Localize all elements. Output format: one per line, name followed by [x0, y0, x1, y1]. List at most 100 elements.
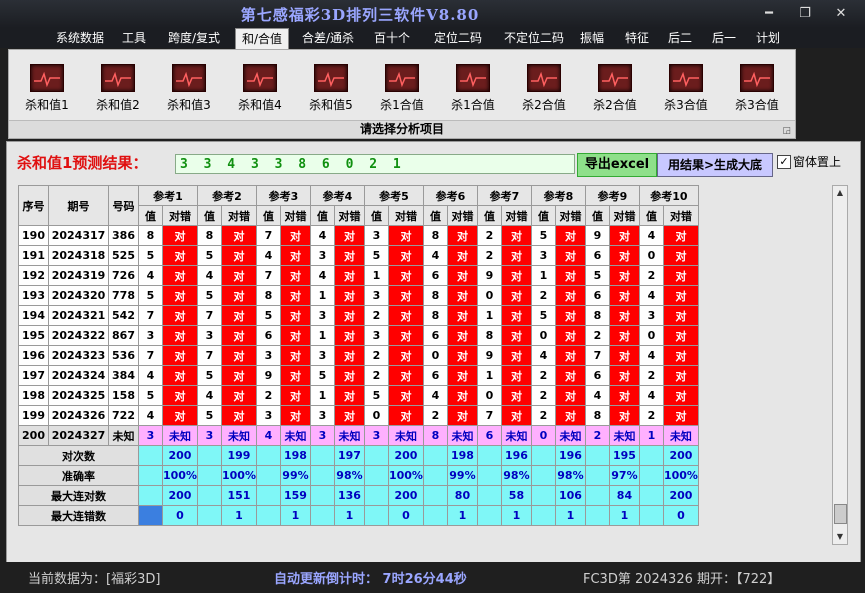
ribbon-tool-6[interactable]: 杀1合值	[441, 64, 505, 116]
chart-monitor-icon	[527, 64, 561, 92]
value-cell: 3	[363, 285, 389, 306]
group-header: 参考4	[309, 185, 365, 206]
menu-item-2[interactable]: 跨度/复式	[162, 28, 226, 48]
result-cell: 对	[333, 225, 365, 246]
table-row-pending[interactable]: 200 2024327 未知 3 未知 3 未知 4 未知 3 未知 3 未知 8 未知 6 未知 0 未知 2 未知 1…	[18, 425, 699, 446]
close-button[interactable]: ✕	[823, 2, 859, 24]
value-cell: 7	[584, 345, 610, 366]
chart-monitor-icon	[598, 64, 632, 92]
table-row[interactable]: 198 2024325 158 5 对 4 对 2 对 1 对 5 对 4 对 0 对 2 对 4 对 4 对	[18, 385, 699, 406]
result-cell: 对	[608, 305, 640, 326]
value-cell: 6	[422, 325, 448, 346]
result-cell: 对	[446, 225, 478, 246]
chart-monitor-icon	[740, 64, 774, 92]
scroll-thumb[interactable]	[834, 504, 847, 524]
ribbon-tool-1[interactable]: 杀和值2	[86, 64, 150, 116]
group-header: 参考7	[476, 185, 532, 206]
scroll-up-icon[interactable]: ▲	[833, 186, 847, 200]
draw-number-cell: 525	[108, 245, 139, 266]
menu-item-10[interactable]: 后二	[663, 28, 697, 48]
table-row[interactable]: 191 2024318 525 5 对 5 对 4 对 3 对 5 对 4 对 2 对 3 对 6 对 0 对	[18, 245, 699, 266]
ribbon-tool-10[interactable]: 杀3合值	[725, 64, 789, 116]
ribbon-tool-4[interactable]: 杀和值5	[299, 64, 363, 116]
result-cell: 未知	[279, 425, 311, 446]
stats-value: 159	[279, 485, 311, 506]
table-row[interactable]: 190 2024317 386 8 对 8 对 7 对 4 对 3 对 8 对 2 对 5 对 9 对 4 对	[18, 225, 699, 246]
export-excel-button[interactable]: 导出excel	[577, 153, 657, 177]
result-cell: 对	[333, 265, 365, 286]
stats-value: 200	[662, 485, 699, 506]
ribbon-tool-2[interactable]: 杀和值3	[157, 64, 221, 116]
value-cell: 1	[309, 385, 335, 406]
value-cell: 3	[196, 425, 222, 446]
vertical-scrollbar[interactable]: ▲ ▼	[832, 185, 848, 545]
table-row[interactable]: 194 2024321 542 7 对 7 对 5 对 3 对 2 对 8 对 1 对 5 对 8 对 3 对	[18, 305, 699, 326]
menu-item-1[interactable]: 工具	[118, 28, 150, 48]
result-cell: 对	[662, 325, 699, 346]
menu-item-0[interactable]: 系统数据	[50, 28, 110, 48]
table-row[interactable]: 193 2024320 778 5 对 5 对 8 对 1 对 3 对 8 对 0 对 2 对 6 对 4 对	[18, 285, 699, 306]
value-cell: 9	[476, 265, 502, 286]
value-cell: 8	[255, 285, 281, 306]
result-cell: 对	[387, 265, 424, 286]
result-cell: 对	[220, 405, 257, 426]
value-cell: 0	[476, 385, 502, 406]
result-cell: 对	[162, 305, 198, 326]
value-cell: 3	[196, 325, 222, 346]
table-row[interactable]: 197 2024324 384 4 对 5 对 9 对 5 对 2 对 6 对 1 对 2 对 6 对 2 对	[18, 365, 699, 386]
value-cell: 0	[638, 245, 664, 266]
stats-value: 99%	[446, 465, 478, 486]
menu-item-12[interactable]: 计划	[751, 28, 785, 48]
value-cell: 7	[138, 305, 163, 326]
table-row[interactable]: 199 2024326 722 4 对 5 对 3 对 3 对 0 对 2 对 7 对 2 对 8 对 2 对	[18, 405, 699, 426]
stats-spacer	[476, 505, 502, 526]
ribbon-tool-9[interactable]: 杀3合值	[654, 64, 718, 116]
table-row[interactable]: 196 2024323 536 7 对 7 对 3 对 3 对 2 对 0 对 9 对 4 对 7 对 4 对	[18, 345, 699, 366]
chart-monitor-icon	[669, 64, 703, 92]
value-cell: 5	[196, 365, 222, 386]
ribbon-tool-7[interactable]: 杀2合值	[512, 64, 576, 116]
table-row[interactable]: 195 2024322 867 3 对 3 对 6 对 1 对 3 对 6 对 8 对 0 对 2 对 0 对	[18, 325, 699, 346]
ribbon-tool-0[interactable]: 杀和值1	[15, 64, 79, 116]
value-cell: 3	[255, 405, 281, 426]
menu-item-11[interactable]: 后一	[707, 28, 741, 48]
sub-header: 对错	[333, 205, 365, 226]
stats-spacer	[638, 505, 664, 526]
scroll-down-icon[interactable]: ▼	[833, 530, 847, 544]
ribbon-tool-3[interactable]: 杀和值4	[228, 64, 292, 116]
table-row[interactable]: 192 2024319 726 4 对 4 对 7 对 4 对 1 对 6 对 9 对 1 对 5 对 2 对	[18, 265, 699, 286]
stats-spacer	[530, 465, 556, 486]
stats-spacer	[638, 465, 664, 486]
stats-value: 84	[608, 485, 640, 506]
menu-item-5[interactable]: 百十个	[370, 28, 414, 48]
menu-item-7[interactable]: 不定位二码	[498, 28, 570, 48]
ribbon-tool-5[interactable]: 杀1合值	[370, 64, 434, 116]
stats-spacer	[584, 465, 610, 486]
menu-item-6[interactable]: 定位二码	[426, 28, 490, 48]
menu-item-4[interactable]: 合差/通杀	[296, 28, 360, 48]
issue-cell: 2024324	[48, 365, 109, 386]
sub-header: 对错	[279, 205, 311, 226]
draw-number-cell: 536	[108, 345, 139, 366]
minimize-button[interactable]: ━	[751, 2, 787, 24]
stats-value: 100%	[662, 465, 699, 486]
stats-value: 58	[500, 485, 532, 506]
menu-item-9[interactable]: 特征	[620, 28, 654, 48]
value-cell: 8	[584, 305, 610, 326]
value-cell: 4	[422, 245, 448, 266]
value-cell: 2	[363, 305, 389, 326]
result-cell: 对	[279, 325, 311, 346]
sub-header: 对错	[387, 205, 424, 226]
result-cell: 对	[279, 285, 311, 306]
result-cell: 对	[662, 385, 699, 406]
group-header: 参考3	[255, 185, 311, 206]
generate-base-button[interactable]: 用结果>生成大底	[657, 153, 773, 177]
restore-button[interactable]: ❐	[787, 2, 823, 24]
prediction-result-field[interactable]: 3 3 4 3 3 8 6 0 2 1	[175, 154, 575, 174]
stats-spacer	[309, 465, 335, 486]
pin-window-checkbox[interactable]: ✓	[777, 155, 791, 169]
ribbon-tool-8[interactable]: 杀2合值	[583, 64, 647, 116]
menu-item-8[interactable]: 振幅	[575, 28, 609, 48]
ribbon-expand-icon[interactable]: ◲	[782, 126, 791, 136]
menu-item-3[interactable]: 和/合值	[235, 28, 289, 49]
